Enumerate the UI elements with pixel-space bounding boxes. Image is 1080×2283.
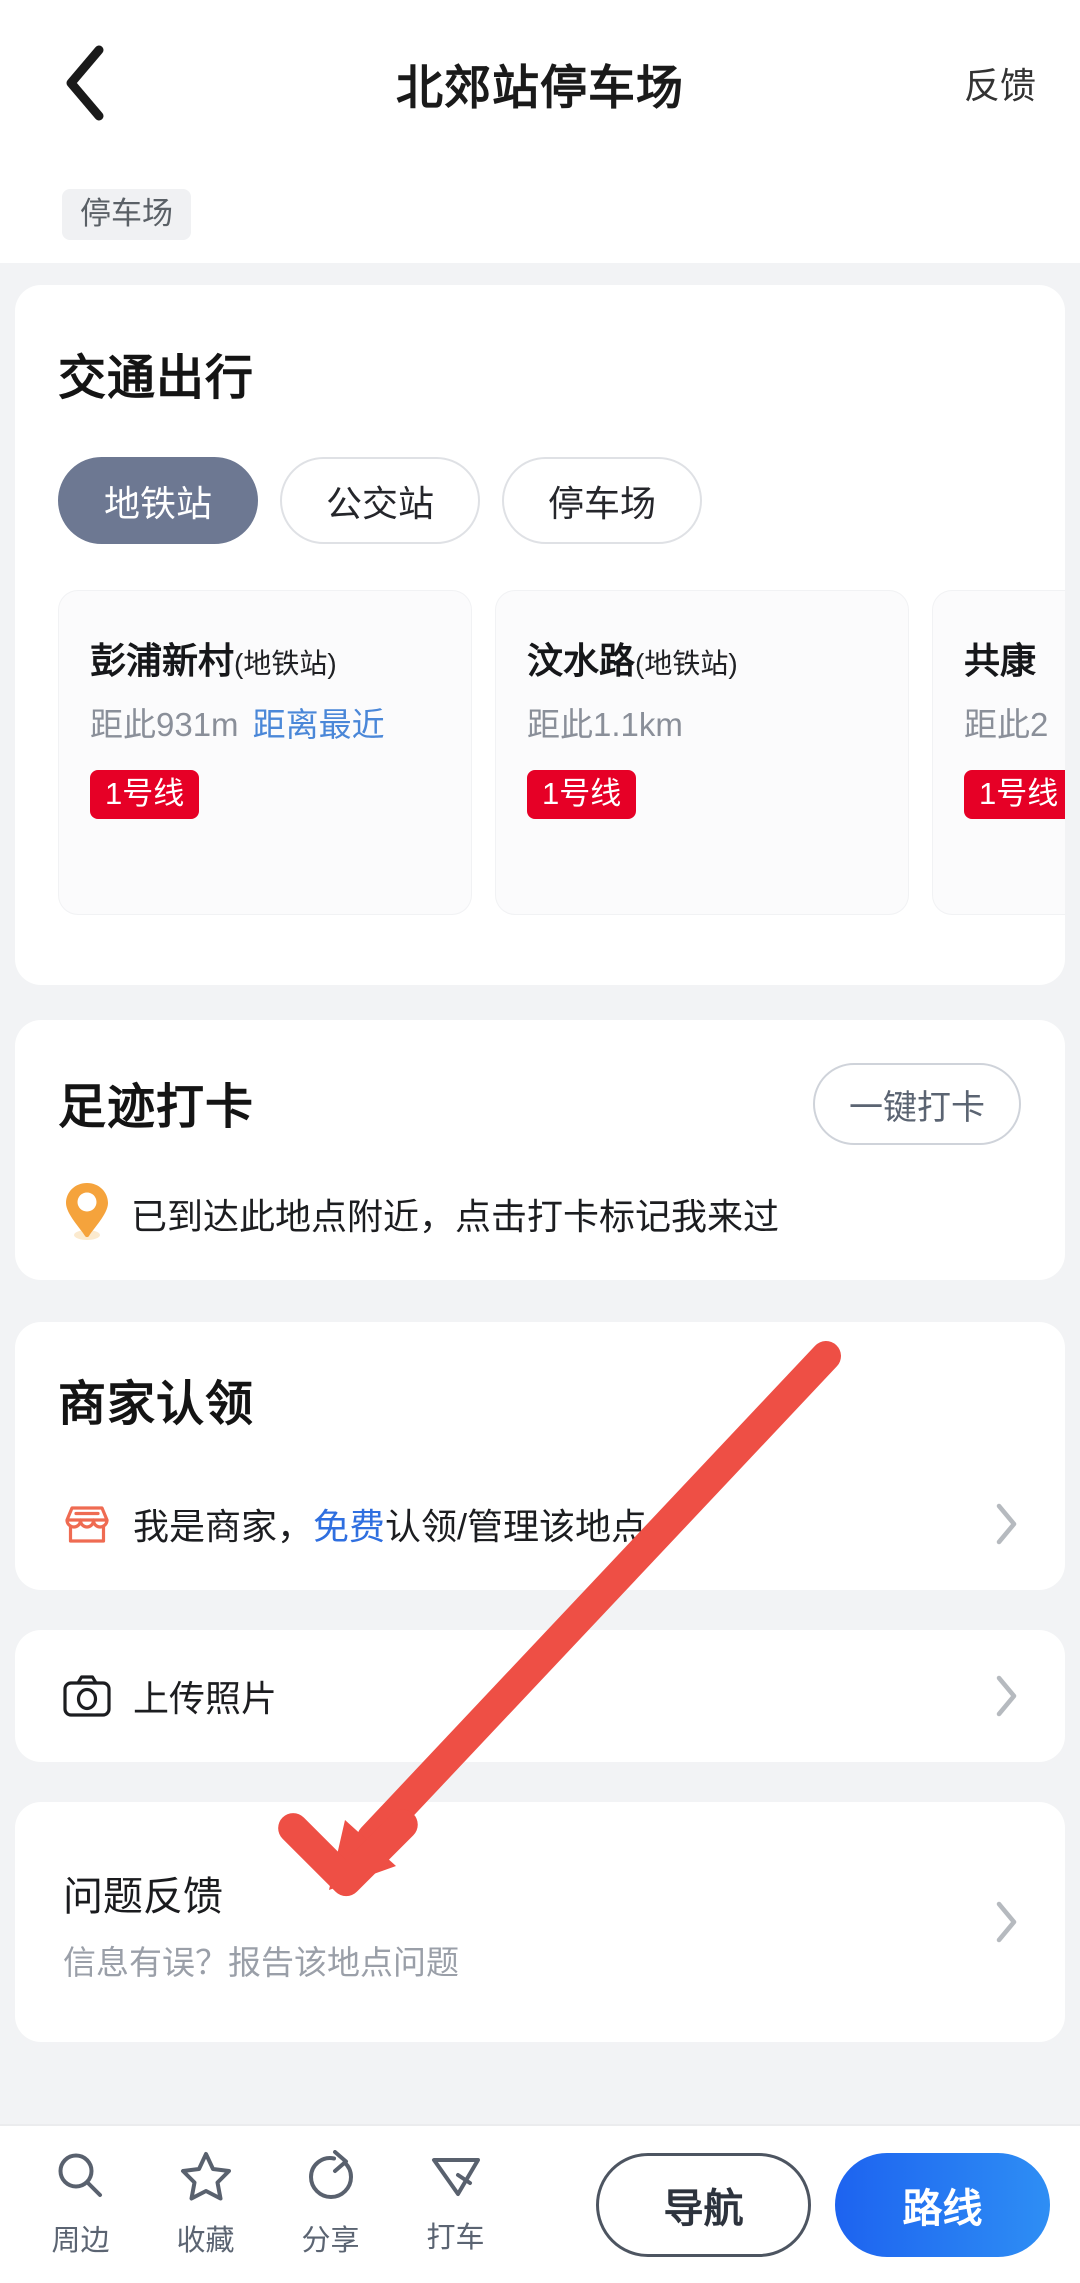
- chevron-right-icon: [995, 1674, 1019, 1718]
- station-distance-text: 距此931m: [90, 706, 239, 743]
- camera-icon: [63, 1675, 111, 1717]
- feedback-title: 问题反馈: [63, 1875, 223, 1919]
- bottom-action-bar: 周边 收藏 分享 打车 导航 路线: [0, 2124, 1080, 2283]
- station-line-badge: 1号线: [527, 770, 637, 819]
- upload-photo-section: 上传照片: [15, 1630, 1065, 1762]
- traffic-tabs: 地铁站 公交站 停车场: [58, 457, 702, 544]
- merchant-claim-row[interactable]: 我是商家，免费认领/管理该地点: [15, 1472, 1065, 1576]
- station-card[interactable]: 共康 距此2 1号线: [932, 590, 1065, 915]
- feedback-subtitle: 信息有误？报告该地点问题: [63, 1944, 459, 1981]
- page-title: 北郊站停车场: [396, 60, 684, 114]
- footprint-title: 足迹打卡: [58, 1081, 255, 1134]
- merchant-text-before: 我是商家，: [133, 1506, 314, 1547]
- category-tag[interactable]: 停车场: [62, 189, 191, 240]
- station-distance-text: 距此1.1km: [527, 706, 683, 743]
- footprint-hint-text: 已到达此地点附近，点击打卡标记我来过: [131, 1195, 780, 1237]
- bottom-item-label: 打车: [426, 2222, 485, 2254]
- chevron-right-icon: [995, 1502, 1019, 1546]
- chevron-left-icon: [61, 44, 107, 122]
- merchant-claim-section: 商家认领 我是商家，免费认领/管理该地点: [15, 1322, 1065, 1590]
- station-type-text: (地铁站): [635, 648, 738, 679]
- station-name: 汶水路(地铁站): [527, 632, 899, 684]
- merchant-claim-text: 我是商家，免费认领/管理该地点: [133, 1498, 647, 1550]
- taxi-cursor-icon: [429, 2153, 483, 2204]
- merchant-title: 商家认领: [58, 1378, 255, 1431]
- merchant-free-link[interactable]: 免费: [313, 1506, 385, 1547]
- upload-photo-label: 上传照片: [133, 1678, 278, 1719]
- search-icon: [55, 2150, 107, 2207]
- bottom-item-label: 收藏: [176, 2225, 235, 2257]
- station-name: 彭浦新村(地铁站): [90, 632, 462, 684]
- route-button[interactable]: 路线: [835, 2152, 1050, 2257]
- bottom-item-favorite[interactable]: 收藏: [143, 2125, 268, 2283]
- station-type-text: (地铁站): [234, 648, 337, 679]
- location-pin-icon: [63, 1180, 111, 1247]
- navigate-button[interactable]: 导航: [596, 2152, 811, 2257]
- station-card[interactable]: 汶水路(地铁站) 距此1.1km 1号线: [495, 590, 909, 915]
- chevron-right-icon: [995, 1900, 1019, 1944]
- merchant-text-after: 认领/管理该地点: [385, 1506, 648, 1547]
- station-name-text: 共康: [964, 640, 1037, 681]
- star-icon: [179, 2150, 233, 2207]
- one-tap-checkin-button[interactable]: 一键打卡: [813, 1063, 1021, 1145]
- tab-parking[interactable]: 停车场: [502, 457, 702, 544]
- bottom-item-share[interactable]: 分享: [268, 2125, 393, 2283]
- share-icon: [304, 2150, 358, 2207]
- station-name-text: 汶水路: [527, 640, 636, 681]
- station-list[interactable]: 彭浦新村(地铁站) 距此931m 距离最近 1号线 汶水路(地铁站) 距此1.1k…: [58, 590, 1065, 935]
- problem-feedback-section[interactable]: 问题反馈 信息有误？报告该地点问题: [15, 1802, 1065, 2042]
- footprint-hint-row[interactable]: 已到达此地点附近，点击打卡标记我来过: [63, 1180, 779, 1247]
- store-icon: [63, 1500, 111, 1548]
- app-header: 北郊站停车场 反馈: [0, 0, 1080, 166]
- app-screen: 北郊站停车场 反馈 停车场 交通出行 地铁站 公交站 停车场 彭浦新村(地铁站)…: [0, 0, 1080, 2283]
- bottom-item-nearby[interactable]: 周边: [18, 2125, 143, 2283]
- traffic-title: 交通出行: [58, 352, 255, 405]
- station-name: 共康: [964, 632, 1065, 684]
- station-distance: 距此931m 距离最近: [90, 698, 462, 746]
- bottom-primary-actions: 导航 路线: [596, 2152, 1050, 2257]
- station-card[interactable]: 彭浦新村(地铁站) 距此931m 距离最近 1号线: [58, 590, 472, 915]
- upload-photo-row[interactable]: 上传照片: [15, 1630, 1065, 1762]
- category-tag-bar: 停车场: [0, 166, 1080, 263]
- traffic-section: 交通出行 地铁站 公交站 停车场 彭浦新村(地铁站) 距此931m 距离最近 1号…: [15, 285, 1065, 985]
- bottom-item-label: 分享: [301, 2225, 360, 2257]
- footprint-section: 足迹打卡 一键打卡 已到达此地点附近，点击打卡标记我来过: [15, 1020, 1065, 1280]
- station-line-badge: 1号线: [90, 770, 200, 819]
- back-button[interactable]: [24, 23, 144, 143]
- station-line-badge: 1号线: [964, 770, 1065, 819]
- tab-bus[interactable]: 公交站: [280, 457, 480, 544]
- station-distance: 距此1.1km: [527, 698, 899, 746]
- station-distance: 距此2: [964, 698, 1065, 746]
- header-feedback-button[interactable]: 反馈: [964, 57, 1036, 109]
- station-nearest-badge: 距离最近: [252, 706, 385, 743]
- tab-metro[interactable]: 地铁站: [58, 457, 258, 544]
- station-distance-text: 距此2: [964, 706, 1049, 743]
- bottom-item-taxi[interactable]: 打车: [393, 2125, 518, 2283]
- bottom-item-label: 周边: [51, 2225, 110, 2257]
- station-name-text: 彭浦新村: [90, 640, 235, 681]
